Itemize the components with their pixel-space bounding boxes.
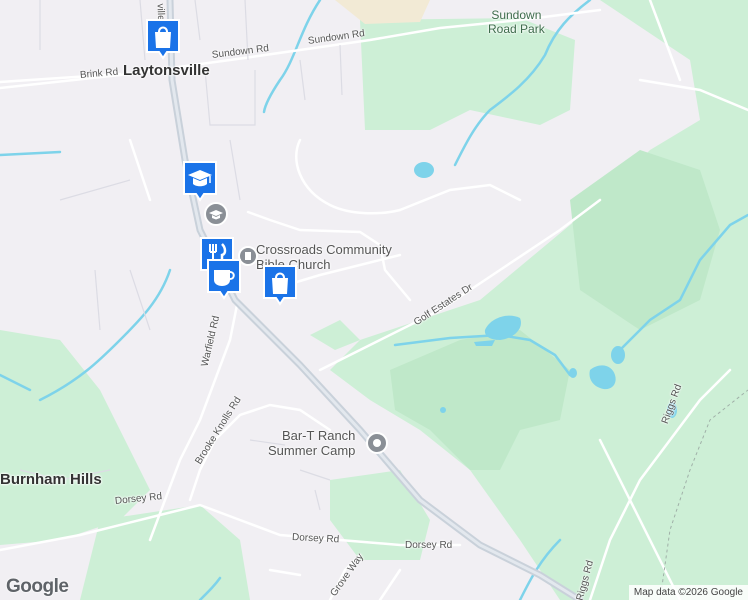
town-label-laytonsville: Laytonsville	[123, 62, 210, 79]
map-canvas[interactable]: Laytonsville Burnham Hills Sundown Road …	[0, 0, 748, 600]
park-label-sundown-road-park[interactable]: Sundown Road Park	[488, 8, 545, 36]
town-label-burnham-hills: Burnham Hills	[0, 471, 102, 488]
park-label-line1: Sundown	[491, 8, 542, 22]
graduation-cap-marker-icon[interactable]	[182, 160, 218, 202]
coffee-cup-marker-icon[interactable]	[206, 258, 242, 300]
sand-area	[335, 0, 430, 24]
school-poi-dot-icon[interactable]	[202, 200, 230, 228]
poi-label-camp-line1: Bar-T Ranch	[281, 428, 356, 443]
poi-label-church-line1: Crossroads Community	[256, 242, 392, 257]
map-base-layer	[0, 0, 748, 600]
park-label-line2: Road Park	[488, 22, 545, 36]
road-label-dorsey-rd: Dorsey Rd	[405, 540, 453, 551]
shopping-bag-marker-icon[interactable]	[145, 18, 181, 60]
poi-label-camp-line2: Summer Camp	[268, 443, 356, 458]
shopping-bag-marker-icon[interactable]	[262, 264, 298, 306]
poi-label-camp[interactable]: Bar-T Ranch Summer Camp	[268, 428, 355, 458]
map-attribution[interactable]: Map data ©2026 Google	[628, 585, 748, 600]
camp-poi-dot-icon[interactable]	[364, 430, 390, 456]
google-logo[interactable]: Google	[6, 576, 69, 598]
